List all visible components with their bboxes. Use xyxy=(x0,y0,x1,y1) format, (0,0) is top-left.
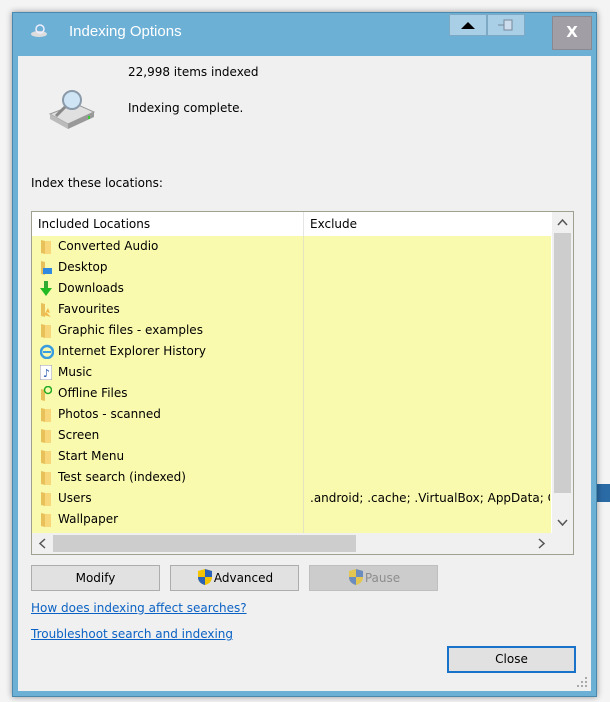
location-name: Start Menu xyxy=(58,449,125,463)
indexing-options-window: Indexing Options X 22,998 items indexed … xyxy=(12,12,597,697)
items-indexed-count: 22,998 items indexed xyxy=(128,65,259,79)
modify-button[interactable]: Modify xyxy=(31,565,160,591)
location-exclude: .android; .cache; .VirtualBox; AppData; … xyxy=(310,491,550,505)
folder-icon xyxy=(40,470,52,485)
location-name: Internet Explorer History xyxy=(58,344,206,358)
table-row[interactable]: ♪ Music xyxy=(32,362,551,383)
location-name: Test search (indexed) xyxy=(58,470,186,484)
location-name: Wallpaper xyxy=(58,512,119,526)
modify-label: Modify xyxy=(75,571,116,585)
location-name: Desktop xyxy=(58,260,108,274)
table-row[interactable]: Graphic files - examples xyxy=(32,320,551,341)
close-label: Close xyxy=(495,652,528,666)
location-name: Offline Files xyxy=(58,386,128,400)
folder-icon xyxy=(40,239,52,254)
folder-icon xyxy=(40,323,52,338)
minimize-up-button[interactable] xyxy=(449,14,487,36)
table-row[interactable]: Favourites xyxy=(32,299,551,320)
location-name: Users xyxy=(58,491,92,505)
pause-button: Pause xyxy=(309,565,438,591)
pin-button[interactable] xyxy=(487,14,525,36)
table-row[interactable]: Downloads xyxy=(32,278,551,299)
folder-icon xyxy=(40,407,52,422)
indexing-status: Indexing complete. xyxy=(128,101,244,115)
locations-label: Index these locations: xyxy=(31,176,163,190)
music-icon: ♪ xyxy=(39,364,53,381)
folder-icon xyxy=(40,449,52,464)
folder-icon xyxy=(40,428,52,443)
locations-list[interactable]: Included Locations Exclude Converted Aud… xyxy=(31,211,574,555)
location-name: Music xyxy=(58,365,93,379)
horizontal-scrollbar[interactable] xyxy=(32,533,573,554)
scroll-up-icon[interactable] xyxy=(552,212,573,233)
advanced-button[interactable]: Advanced xyxy=(170,565,299,591)
table-row[interactable]: Offline Files xyxy=(32,383,551,404)
close-button[interactable]: Close xyxy=(447,646,576,673)
folder-icon xyxy=(40,512,52,527)
folder-icon xyxy=(40,491,52,506)
svg-text:♪: ♪ xyxy=(43,367,50,380)
horizontal-scroll-thumb[interactable] xyxy=(53,535,356,552)
scroll-left-icon[interactable] xyxy=(32,533,53,554)
resize-grip-icon[interactable] xyxy=(576,676,588,688)
vertical-scrollbar[interactable] xyxy=(552,212,573,533)
indexing-drive-icon xyxy=(48,90,96,129)
column-included-locations[interactable]: Included Locations xyxy=(38,217,150,231)
how-indexing-link[interactable]: How does indexing affect searches? xyxy=(31,601,247,615)
table-row[interactable]: Wallpaper xyxy=(32,509,551,530)
table-row[interactable]: Start Menu xyxy=(32,446,551,467)
column-exclude[interactable]: Exclude xyxy=(310,217,357,231)
list-rows: Converted Audio Desktop Downloads Favour… xyxy=(32,236,551,533)
pause-label: Pause xyxy=(364,571,401,585)
table-row[interactable]: Test search (indexed) xyxy=(32,467,551,488)
ie-icon xyxy=(39,344,55,360)
uac-shield-icon xyxy=(197,569,212,585)
favourites-icon xyxy=(40,302,52,317)
window-title: Indexing Options xyxy=(69,23,182,40)
location-name: Graphic files - examples xyxy=(58,323,203,337)
offline-files-icon xyxy=(40,385,53,401)
scroll-right-icon[interactable] xyxy=(531,533,552,554)
scroll-down-icon[interactable] xyxy=(552,512,573,533)
dialog-client: 22,998 items indexed Indexing complete. … xyxy=(18,56,591,691)
table-row[interactable]: Converted Audio xyxy=(32,236,551,257)
table-row[interactable]: Photos - scanned xyxy=(32,404,551,425)
list-header: Included Locations Exclude xyxy=(32,212,551,236)
app-icon xyxy=(31,24,47,37)
desktop-icon xyxy=(40,260,52,275)
close-window-button[interactable]: X xyxy=(552,16,592,50)
table-row[interactable]: Users .android; .cache; .VirtualBox; App… xyxy=(32,488,551,509)
location-name: Photos - scanned xyxy=(58,407,161,421)
uac-shield-icon xyxy=(348,569,363,585)
table-row[interactable]: Internet Explorer History xyxy=(32,341,551,362)
download-icon xyxy=(40,281,52,296)
advanced-label: Advanced xyxy=(213,571,274,585)
location-name: Downloads xyxy=(58,281,124,295)
table-row[interactable]: Desktop xyxy=(32,257,551,278)
location-name: Screen xyxy=(58,428,100,442)
table-row[interactable]: Screen xyxy=(32,425,551,446)
vertical-scroll-thumb[interactable] xyxy=(554,233,571,493)
location-name: Converted Audio xyxy=(58,239,159,253)
troubleshoot-link[interactable]: Troubleshoot search and indexing xyxy=(31,627,233,641)
location-name: Favourites xyxy=(58,302,120,316)
